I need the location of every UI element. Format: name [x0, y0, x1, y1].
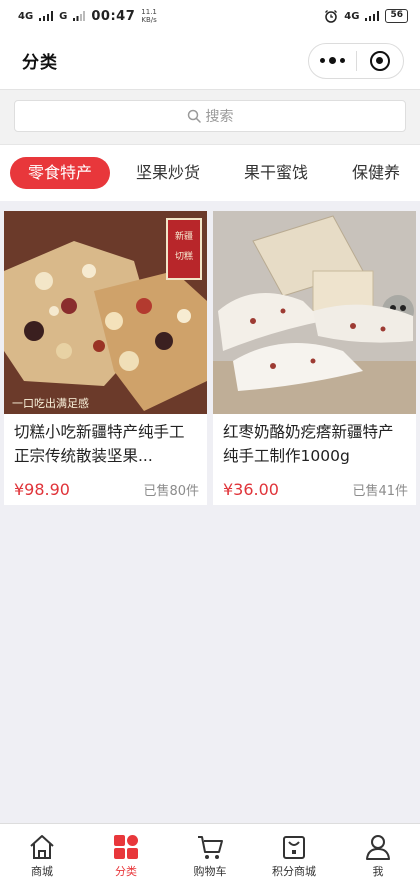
tabbar-label: 我	[372, 864, 384, 878]
image-caption-text: 一口吃出满足感	[12, 396, 89, 410]
home-icon	[30, 834, 54, 859]
status-bar: 4G G 00:47 11.1 KB/s 4G 56	[0, 0, 420, 32]
product-sold-count: 已售80件	[143, 484, 199, 499]
product-title[interactable]: 红枣奶酪奶疙瘩新疆特产纯手工制作1000g	[213, 414, 416, 474]
user-icon	[366, 834, 390, 860]
search-icon	[187, 109, 201, 123]
close-miniprogram-button[interactable]	[357, 44, 404, 78]
network-speed-value: 11.1	[141, 8, 157, 16]
search-section: 搜索	[0, 90, 420, 145]
tabbar-item-home[interactable]: 商城	[0, 824, 84, 887]
category-tabs: 零食特产 坚果炒货 果干蜜饯 保健养	[0, 145, 420, 201]
tabbar-item-cart[interactable]: 购物车	[168, 824, 252, 887]
tabbar-label: 分类	[115, 864, 137, 878]
points-bag-icon	[283, 835, 305, 859]
signal-bars-icon	[39, 11, 54, 21]
category-icon	[114, 834, 138, 859]
search-input[interactable]: 搜索	[14, 100, 406, 132]
alarm-clock-icon	[325, 10, 338, 23]
signal-4g-label: 4G	[18, 10, 34, 22]
product-price: ¥36.00	[223, 480, 279, 499]
more-dot-icon	[328, 57, 336, 64]
tab-nuts[interactable]: 坚果炒货	[118, 157, 218, 189]
tabbar-item-me[interactable]: 我	[336, 824, 420, 887]
tabbar-label: 购物车	[193, 864, 227, 878]
more-menu-button[interactable]	[309, 44, 356, 78]
product-sold-count: 已售41件	[352, 484, 408, 499]
product-footer: ¥36.00 已售41件	[213, 474, 416, 505]
product-price: ¥98.90	[14, 480, 70, 499]
tabbar-item-category[interactable]: 分类	[84, 824, 168, 887]
tab-health[interactable]: 保健养	[334, 157, 418, 189]
cart-icon	[198, 835, 223, 859]
product-image-nut-cake[interactable]: 新疆 切糕 一口吃出满足感	[4, 211, 207, 414]
battery-indicator: 56	[385, 9, 408, 23]
status-right: 4G 56	[324, 9, 408, 23]
network-speed-unit: KB/s	[141, 16, 157, 24]
status-left: 4G G 00:47 11.1 KB/s	[18, 8, 157, 24]
tab-snacks[interactable]: 零食特产	[10, 157, 111, 189]
product-title[interactable]: 切糕小吃新疆特产纯手工正宗传统散装坚果...	[4, 414, 207, 474]
more-dot-icon	[339, 58, 345, 63]
product-image-milk-cheese[interactable]	[213, 211, 416, 414]
page-title: 分类	[22, 53, 58, 73]
product-card[interactable]: 新疆 切糕 一口吃出满足感 切糕小吃新疆特产纯手工正宗传统散装坚果... ¥98…	[4, 211, 207, 505]
target-close-icon	[369, 50, 390, 71]
signal-bars-icon	[365, 11, 380, 21]
product-footer: ¥98.90 已售80件	[4, 474, 207, 505]
more-dot-icon	[319, 58, 325, 63]
tabbar-label: 积分商城	[272, 864, 316, 878]
status-time: 00:47	[91, 8, 136, 24]
signal-g-label: G	[59, 10, 68, 22]
signal-4g-label-right: 4G	[344, 10, 360, 22]
miniprogram-capsule	[308, 42, 404, 79]
title-bar: 分类	[0, 32, 420, 90]
search-placeholder: 搜索	[205, 109, 234, 125]
product-card[interactable]: 红枣奶酪奶疙瘩新疆特产纯手工制作1000g ¥36.00 已售41件	[213, 211, 416, 505]
signal-bars-icon	[73, 11, 86, 21]
bottom-tabbar: 商城 分类 购物车 积分商城 我	[0, 823, 420, 887]
svg-text:切糕: 切糕	[175, 250, 193, 262]
tabbar-label: 商城	[31, 864, 53, 878]
product-grid: 新疆 切糕 一口吃出满足感 切糕小吃新疆特产纯手工正宗传统散装坚果... ¥98…	[0, 201, 420, 505]
tab-dried-fruit[interactable]: 果干蜜饯	[226, 157, 326, 189]
network-speed: 11.1 KB/s	[141, 8, 157, 24]
tabbar-item-points-mall[interactable]: 积分商城	[252, 824, 336, 887]
image-badge-text: 新疆	[175, 230, 193, 242]
